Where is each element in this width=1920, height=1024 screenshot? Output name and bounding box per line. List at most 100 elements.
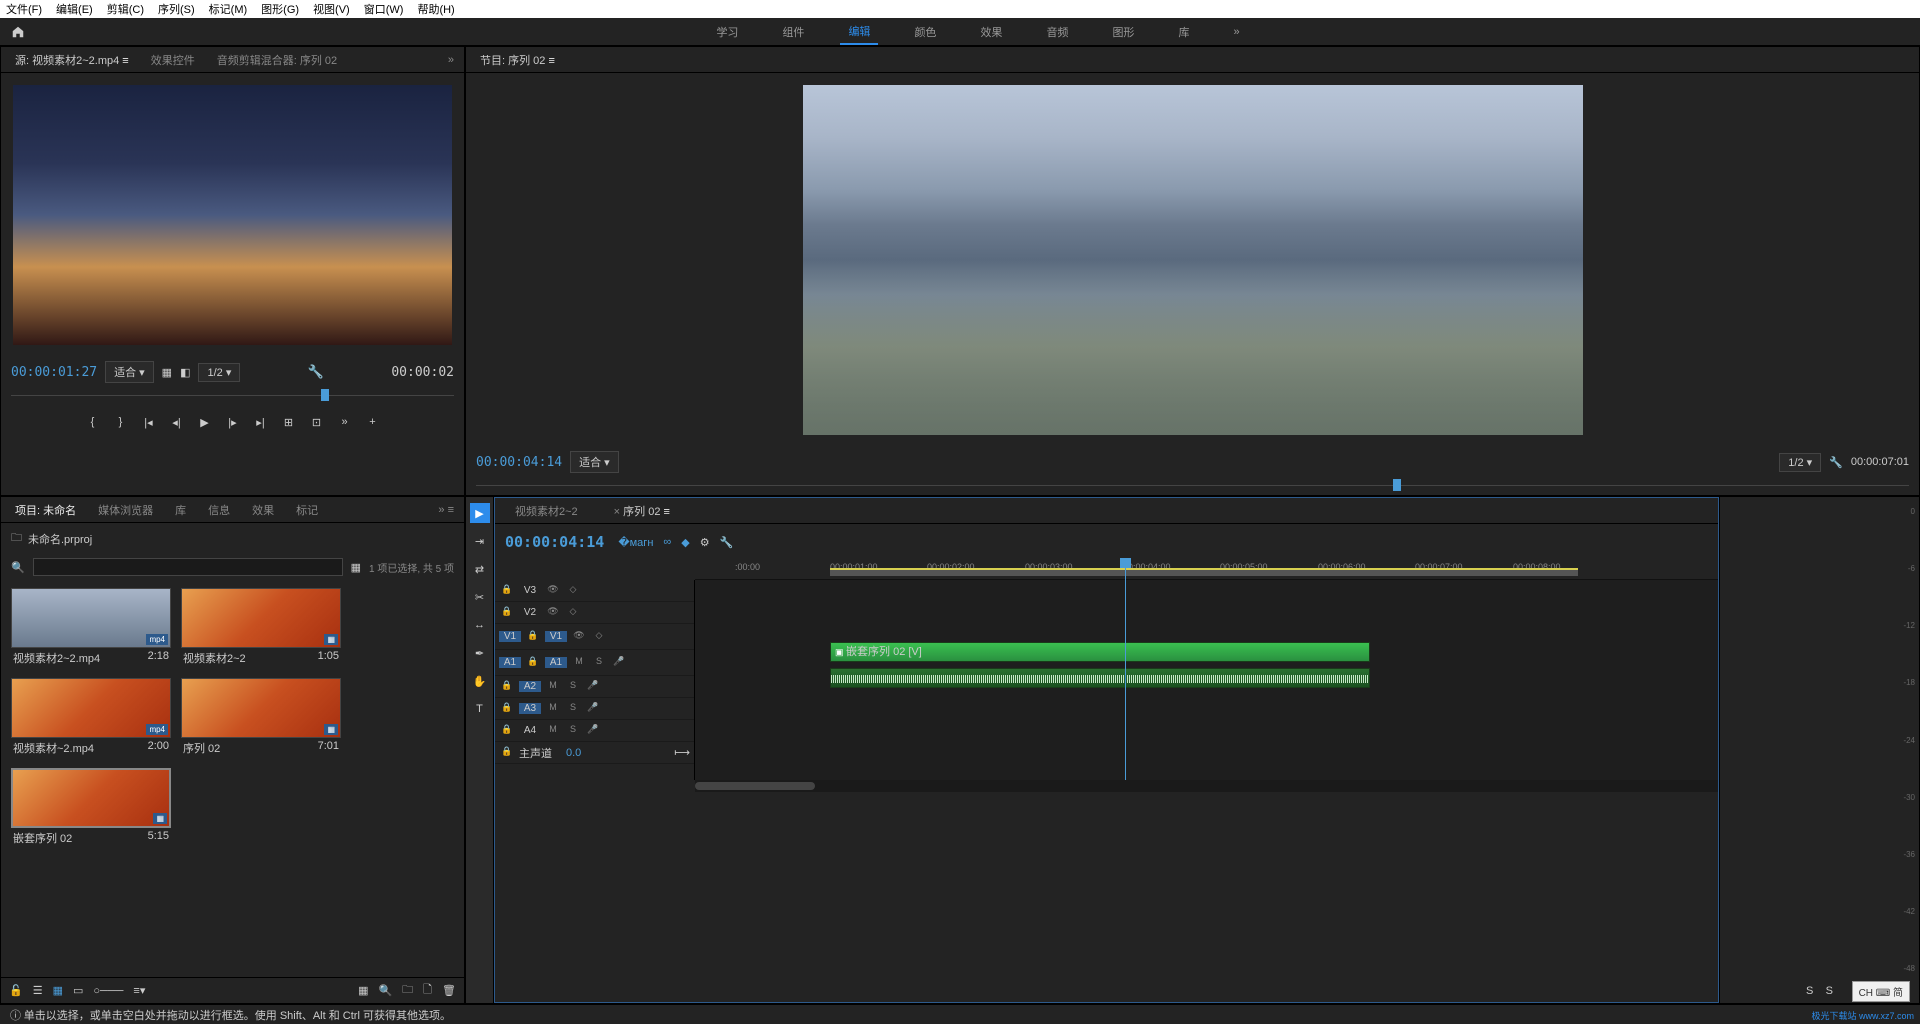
audio-mixer-tab[interactable]: 音频剪辑混合器: 序列 02 bbox=[207, 48, 347, 72]
mark-in-icon[interactable]: { bbox=[85, 414, 101, 430]
home-button[interactable] bbox=[0, 18, 36, 46]
menu-sequence[interactable]: 序列(S) bbox=[158, 1, 195, 17]
menu-edit[interactable]: 编辑(E) bbox=[56, 1, 93, 17]
sequence-tab-1[interactable]: 视频素材2~2 bbox=[505, 499, 588, 523]
info-tab[interactable]: 信息 bbox=[198, 498, 240, 522]
program-tab[interactable]: 节目: 序列 02 ≡ bbox=[470, 48, 565, 72]
source-fit-dropdown[interactable]: 适合 ▾ bbox=[105, 361, 154, 383]
program-preview[interactable] bbox=[803, 85, 1583, 435]
project-tab[interactable]: 项目: 未命名 bbox=[5, 498, 86, 522]
timeline-tracks[interactable]: ▣ 嵌套序列 02 [V] bbox=[695, 580, 1718, 780]
marker-icon[interactable]: ◆ bbox=[681, 536, 689, 549]
type-tool[interactable]: T bbox=[470, 699, 490, 719]
export-frame-icon[interactable]: » bbox=[337, 414, 353, 430]
ws-overflow[interactable]: » bbox=[1225, 22, 1247, 42]
playhead[interactable] bbox=[1125, 560, 1126, 780]
wrench-icon[interactable]: 🔧 bbox=[308, 365, 324, 380]
video-clip[interactable]: ▣ 嵌套序列 02 [V] bbox=[830, 642, 1370, 662]
ws-library[interactable]: 库 bbox=[1170, 20, 1197, 44]
program-res-dropdown[interactable]: 1/2 ▾ bbox=[1779, 453, 1821, 472]
track-a4-header[interactable]: 🔒A4MS🎤 bbox=[495, 720, 694, 742]
freeform-view-icon[interactable]: ▭ bbox=[73, 984, 83, 997]
master-track[interactable]: 🔒主声道0.0⟼ bbox=[495, 742, 694, 764]
settings-icon[interactable]: ⚙ bbox=[700, 536, 710, 549]
add-button-icon[interactable]: + bbox=[365, 414, 381, 430]
source-scrubber[interactable] bbox=[11, 387, 454, 407]
icon-view-icon[interactable]: ▦ bbox=[53, 984, 63, 997]
track-v3-header[interactable]: 🔒V3👁◇ bbox=[495, 580, 694, 602]
panel-overflow[interactable]: » ≡ bbox=[432, 504, 460, 516]
timeline-scrollbar[interactable] bbox=[695, 780, 1718, 792]
bin-item[interactable]: ▦ 序列 027:01 bbox=[181, 678, 341, 758]
menu-graphic[interactable]: 图形(G) bbox=[261, 1, 299, 17]
track-v2-header[interactable]: 🔒V2👁◇ bbox=[495, 602, 694, 624]
new-item-icon[interactable]: 🗋 bbox=[423, 981, 432, 1000]
grid-icon[interactable]: ▦ bbox=[162, 366, 172, 379]
go-in-icon[interactable]: |◂ bbox=[141, 414, 157, 430]
auto-seq-icon[interactable]: ▦ bbox=[358, 984, 368, 997]
filter-icon[interactable]: ▦ bbox=[351, 561, 361, 574]
source-tab[interactable]: 源: 视频素材2~2.mp4 ≡ bbox=[5, 48, 139, 72]
track-select-tool[interactable]: ⇥ bbox=[470, 531, 490, 551]
ime-indicator[interactable]: CH ⌨ 简 bbox=[1852, 981, 1910, 1002]
project-search-input[interactable] bbox=[33, 558, 343, 576]
wrench-icon[interactable]: 🔧 bbox=[1829, 456, 1843, 469]
find-icon[interactable]: 🔍 bbox=[378, 984, 392, 997]
media-browser-tab[interactable]: 媒体浏览器 bbox=[88, 498, 163, 522]
track-a2-header[interactable]: 🔒A2MS🎤 bbox=[495, 676, 694, 698]
new-bin-icon[interactable]: 🗀 bbox=[402, 981, 413, 1000]
step-fwd-icon[interactable]: |▸ bbox=[225, 414, 241, 430]
track-a3-header[interactable]: 🔒A3MS🎤 bbox=[495, 698, 694, 720]
audio-clip[interactable] bbox=[830, 668, 1370, 688]
program-tc-in[interactable]: 00:00:04:14 bbox=[476, 455, 562, 470]
play-icon[interactable]: ▶ bbox=[197, 414, 213, 430]
quality-icon[interactable]: ◧ bbox=[180, 366, 190, 379]
menu-file[interactable]: 文件(F) bbox=[6, 1, 42, 17]
ws-learn[interactable]: 学习 bbox=[708, 20, 746, 44]
list-view-icon[interactable]: ☰ bbox=[33, 984, 43, 997]
bin-item[interactable]: mp4 视频素材2~2.mp42:18 bbox=[11, 588, 171, 668]
ws-edit[interactable]: 编辑 bbox=[840, 19, 878, 45]
step-back-icon[interactable]: ◂| bbox=[169, 414, 185, 430]
ws-graphics[interactable]: 图形 bbox=[1104, 20, 1142, 44]
timeline-ruler[interactable]: :00:00 00:00:01:00 00:00:02:00 00:00:03:… bbox=[695, 560, 1718, 580]
link-icon[interactable]: ∞ bbox=[663, 536, 671, 549]
ws-audio[interactable]: 音频 bbox=[1038, 20, 1076, 44]
track-v1-header[interactable]: V1🔒V1👁◇ bbox=[495, 624, 694, 650]
library-tab[interactable]: 库 bbox=[165, 498, 196, 522]
mark-out-icon[interactable]: } bbox=[113, 414, 129, 430]
snap-icon[interactable]: �магн bbox=[618, 536, 653, 549]
menu-help[interactable]: 帮助(H) bbox=[417, 1, 454, 17]
ws-effects[interactable]: 效果 bbox=[972, 20, 1010, 44]
markers-tab[interactable]: 标记 bbox=[286, 498, 328, 522]
ws-color[interactable]: 颜色 bbox=[906, 20, 944, 44]
bin-item[interactable]: ▦ 视频素材2~21:05 bbox=[181, 588, 341, 668]
insert-icon[interactable]: ⊞ bbox=[281, 414, 297, 430]
track-a1-header[interactable]: A1🔒A1MS🎤 bbox=[495, 650, 694, 676]
overwrite-icon[interactable]: ⊡ bbox=[309, 414, 325, 430]
source-tc-in[interactable]: 00:00:01:27 bbox=[11, 365, 97, 380]
menu-marker[interactable]: 标记(M) bbox=[209, 1, 248, 17]
trash-icon[interactable]: 🗑 bbox=[442, 984, 456, 997]
sequence-tab-2[interactable]: × 序列 02 ≡ bbox=[604, 499, 680, 523]
lock-icon[interactable]: 🔓 bbox=[9, 984, 23, 997]
go-out-icon[interactable]: ▸| bbox=[253, 414, 269, 430]
razor-tool[interactable]: ✂ bbox=[470, 587, 490, 607]
wrench-icon[interactable]: 🔧 bbox=[720, 536, 734, 549]
program-scrubber[interactable] bbox=[476, 477, 1909, 496]
zoom-slider[interactable]: ○─── bbox=[93, 985, 123, 997]
sort-icon[interactable]: ≡▾ bbox=[133, 984, 145, 997]
menu-window[interactable]: 窗口(W) bbox=[364, 1, 404, 17]
timeline-tc[interactable]: 00:00:04:14 bbox=[505, 533, 604, 551]
program-fit-dropdown[interactable]: 适合 ▾ bbox=[570, 451, 619, 473]
bin-item[interactable]: ▦ 嵌套序列 025:15 bbox=[11, 768, 171, 848]
source-res-dropdown[interactable]: 1/2 ▾ bbox=[198, 363, 240, 382]
selection-tool[interactable]: ▶ bbox=[470, 503, 490, 523]
hand-tool[interactable]: ✋ bbox=[470, 671, 490, 691]
slip-tool[interactable]: ↔ bbox=[470, 615, 490, 635]
pen-tool[interactable]: ✒ bbox=[470, 643, 490, 663]
bin-item[interactable]: mp4 视频素材~2.mp42:00 bbox=[11, 678, 171, 758]
menu-clip[interactable]: 剪辑(C) bbox=[107, 1, 144, 17]
ws-assembly[interactable]: 组件 bbox=[774, 20, 812, 44]
effect-controls-tab[interactable]: 效果控件 bbox=[141, 48, 205, 72]
